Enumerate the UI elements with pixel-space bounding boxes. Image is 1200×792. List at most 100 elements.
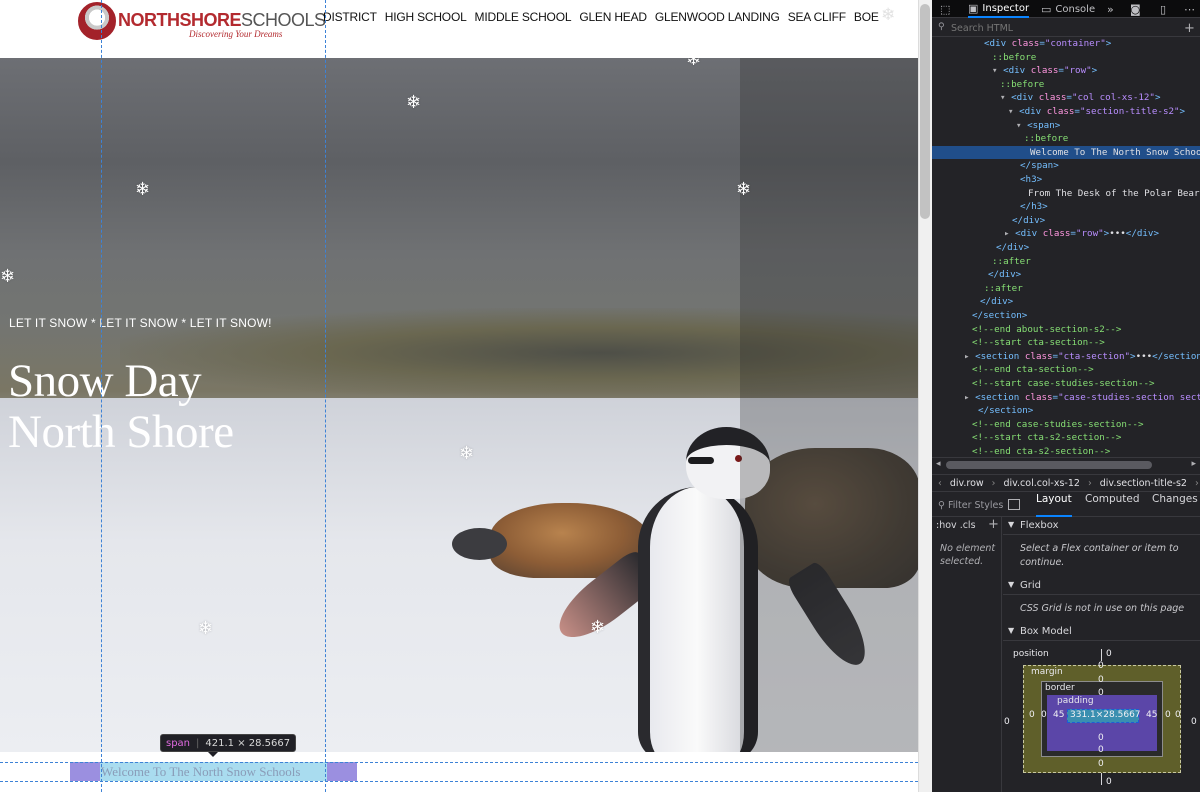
dom-node-line[interactable]: </span> xyxy=(932,159,1200,173)
dom-node-line[interactable]: </div> xyxy=(932,268,1200,282)
dom-tree-horizontal-scrollbar[interactable]: ◂ ▸ xyxy=(932,457,1200,471)
dom-node-line[interactable]: From The Desk of the Polar Bear... xyxy=(932,187,1200,201)
dom-node-line[interactable]: <!--end case-studies-section--> xyxy=(932,418,1200,432)
dom-node-line[interactable]: Welcome To The North Snow Schools xyxy=(932,145,1200,160)
tab-layout[interactable]: Layout xyxy=(1036,493,1072,517)
element-picker-button[interactable]: ⬚ xyxy=(940,0,950,18)
dom-node-line[interactable]: ▾ <div class="row"> xyxy=(932,64,1200,78)
cls-toggle[interactable]: .cls xyxy=(960,520,976,531)
camera-icon: ◙ xyxy=(1130,2,1141,16)
dom-node-line[interactable]: <!--start cta-section--> xyxy=(932,336,1200,350)
screen: { "site": { "logo": { "name_bold": "NORT… xyxy=(0,0,1200,792)
search-html-input[interactable] xyxy=(951,22,1171,34)
hov-toggle[interactable]: :hov xyxy=(936,520,957,531)
dom-token: > xyxy=(1154,92,1161,104)
border-left-value[interactable]: 0 xyxy=(1041,710,1047,720)
grid-section-header[interactable]: ▼ Grid xyxy=(1003,577,1200,595)
dom-node-line[interactable]: </div> xyxy=(932,214,1200,228)
dom-node-line[interactable]: </section> xyxy=(932,404,1200,418)
flexbox-section-header[interactable]: ▼ Flexbox xyxy=(1003,517,1200,535)
filter-styles-input[interactable]: ⚲ Filter Styles xyxy=(938,500,1003,511)
add-node-button[interactable]: + xyxy=(1184,21,1195,36)
dom-node-line[interactable]: <!--end about-section-s2--> xyxy=(932,323,1200,337)
dom-node-line[interactable]: <!--end cta-s2-section--> xyxy=(932,445,1200,457)
margin-bottom-value[interactable]: 0 xyxy=(1098,759,1104,769)
dom-node-line[interactable]: ::after xyxy=(932,255,1200,269)
district-logo[interactable]: NORTHSHORESCHOOLS Discovering Your Dream… xyxy=(78,2,326,42)
padding-top-value[interactable]: 0 xyxy=(1098,688,1104,698)
dom-node-line[interactable]: ::before xyxy=(932,132,1200,146)
dom-node-line[interactable]: ▾ <div class="section-title-s2"> xyxy=(932,105,1200,119)
add-rule-button[interactable]: + xyxy=(988,517,999,532)
nav-glenwood-landing[interactable]: GLENWOOD LANDING xyxy=(655,10,780,24)
outer-left-value[interactable]: 0 xyxy=(1004,717,1010,727)
tab-inspector[interactable]: ▣ Inspector xyxy=(968,0,1030,18)
school-crest-icon xyxy=(78,2,116,40)
breadcrumb-item[interactable]: div.col.col-xs-12 xyxy=(1003,478,1079,489)
breadcrumb-item[interactable]: div.section-title-s2 xyxy=(1100,478,1187,489)
screenshot-button[interactable]: ◙ xyxy=(1130,0,1141,18)
dom-token: ::after xyxy=(992,255,1031,267)
breadcrumb-back-icon[interactable]: ‹ xyxy=(938,478,942,489)
page-scrollbar-thumb[interactable] xyxy=(920,4,930,219)
dom-token: <!--start cta-s2-section--> xyxy=(972,432,1122,444)
dom-node-line[interactable]: ▸ <div class="row">•••</div> xyxy=(932,227,1200,241)
dom-node-line[interactable]: ▸ <section class="case-studies-section s… xyxy=(932,391,1200,405)
dom-token: <!--end about-section-s2--> xyxy=(972,323,1122,335)
outer-right-value[interactable]: 0 xyxy=(1191,717,1197,727)
breadcrumb-separator-icon: › xyxy=(991,477,996,489)
breadcrumb-item[interactable]: div.row xyxy=(950,478,984,489)
tab-console[interactable]: ▭ Console xyxy=(1041,0,1095,18)
dom-token: > xyxy=(1179,106,1186,117)
hero-title: Snow Day North Shore xyxy=(8,356,234,458)
dom-node-line[interactable]: ::before xyxy=(932,78,1200,92)
nav-district[interactable]: DISTRICT xyxy=(323,10,377,24)
dom-node-line[interactable]: </div> xyxy=(932,295,1200,309)
box-model-section-header[interactable]: ▼ Box Model xyxy=(1003,623,1200,641)
margin-left-value[interactable]: 0 xyxy=(1029,710,1035,720)
nav-boe[interactable]: BOE xyxy=(854,10,879,24)
responsive-mode-button[interactable]: ▯ xyxy=(1160,0,1166,18)
dom-node-line[interactable]: </div> xyxy=(932,241,1200,255)
tab-computed[interactable]: Computed xyxy=(1085,493,1140,517)
tab-changes[interactable]: Changes xyxy=(1152,493,1198,517)
dom-node-line[interactable]: ▾ <span> xyxy=(932,119,1200,133)
dom-node-line[interactable]: ::before xyxy=(932,51,1200,65)
more-tools-button[interactable]: » xyxy=(1107,0,1114,18)
dom-node-line[interactable]: </section> xyxy=(932,309,1200,323)
padding-left-value[interactable]: 45 xyxy=(1053,710,1064,720)
dom-node-line[interactable]: <h3> xyxy=(932,173,1200,187)
margin-top-value[interactable]: 0 xyxy=(1098,661,1104,671)
padding-bottom-value[interactable]: 0 xyxy=(1098,733,1104,743)
nav-high-school[interactable]: HIGH SCHOOL xyxy=(385,10,467,24)
border-top-value[interactable]: 0 xyxy=(1098,675,1104,685)
dom-node-line[interactable]: <!--end cta-section--> xyxy=(932,363,1200,377)
content-size-value[interactable]: 331.1×28.5667 xyxy=(1070,710,1141,720)
devtools-menu-button[interactable]: ⋯ xyxy=(1184,0,1195,18)
padding-right-value[interactable]: 45 xyxy=(1146,710,1157,720)
dom-node-line[interactable]: <div class="container"> xyxy=(932,37,1200,51)
dom-node-line[interactable]: <!--start case-studies-section--> xyxy=(932,377,1200,391)
dom-node-line[interactable]: </h3> xyxy=(932,200,1200,214)
scroll-right-icon[interactable]: ▸ xyxy=(1191,459,1196,469)
margin-right-value[interactable]: 0 xyxy=(1175,710,1181,720)
nav-middle-school[interactable]: MIDDLE SCHOOL xyxy=(475,10,572,24)
snowflake-icon: ❄ xyxy=(135,179,151,199)
nav-glen-head[interactable]: GLEN HEAD xyxy=(579,10,647,24)
border-bottom-value[interactable]: 0 xyxy=(1098,745,1104,755)
logo-tagline: Discovering Your Dreams xyxy=(189,29,283,39)
dom-node-line[interactable]: ▾ <div class="col col-xs-12"> xyxy=(932,91,1200,105)
border-right-value[interactable]: 0 xyxy=(1165,710,1171,720)
position-value[interactable]: 0 xyxy=(1106,649,1112,659)
outer-bottom-value[interactable]: 0 xyxy=(1106,777,1112,787)
dom-node-line[interactable]: <!--start cta-s2-section--> xyxy=(932,431,1200,445)
console-icon: ▭ xyxy=(1041,2,1052,16)
nav-sea-cliff[interactable]: SEA CLIFF xyxy=(788,10,846,24)
dom-tree-scrollbar-thumb[interactable] xyxy=(946,461,1152,469)
dom-token: ::before xyxy=(992,51,1037,63)
dom-node-line[interactable]: ::after xyxy=(932,282,1200,296)
dom-node-line[interactable]: ▸ <section class="cta-section">•••</sect… xyxy=(932,350,1200,364)
flexbox-message: Select a Flex container or item to conti… xyxy=(1020,543,1179,568)
split-rules-icon[interactable] xyxy=(1008,499,1020,510)
scroll-left-icon[interactable]: ◂ xyxy=(936,459,941,469)
